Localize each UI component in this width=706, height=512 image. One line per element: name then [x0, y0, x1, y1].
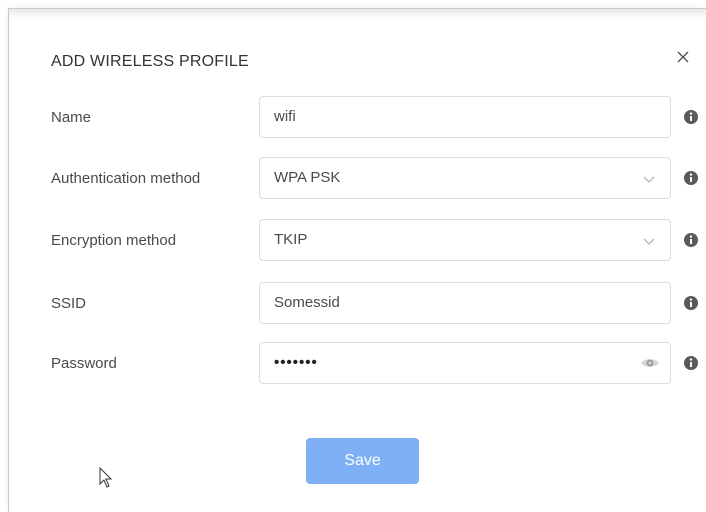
name-input[interactable]: wifi: [259, 96, 671, 138]
auth-method-select[interactable]: WPA PSK: [259, 157, 671, 199]
info-icon[interactable]: [683, 109, 699, 125]
encryption-method-label: Encryption method: [51, 232, 177, 249]
mouse-cursor-icon: [99, 466, 113, 489]
info-icon[interactable]: [683, 170, 699, 186]
name-value: wifi: [274, 108, 296, 125]
auth-method-value: WPA PSK: [274, 169, 341, 186]
dialog-title: ADD WIRELESS PROFILE: [51, 53, 249, 70]
info-icon[interactable]: [683, 355, 699, 371]
password-value: •••••••: [274, 354, 318, 371]
password-label: Password: [51, 355, 117, 372]
eye-icon[interactable]: [640, 354, 660, 372]
save-button[interactable]: Save: [306, 438, 419, 484]
name-row: Name wifi: [9, 96, 706, 140]
chevron-down-icon: [642, 172, 656, 184]
encryption-method-select[interactable]: TKIP: [259, 219, 671, 261]
ssid-label: SSID: [51, 295, 87, 312]
chevron-down-icon: [642, 234, 656, 246]
password-input[interactable]: •••••••: [259, 342, 671, 384]
info-icon[interactable]: [683, 232, 699, 248]
encryption-method-row: Encryption method TKIP: [9, 219, 706, 263]
dialog-top-shade: [9, 9, 706, 19]
auth-method-label: Authentication method: [51, 170, 201, 187]
ssid-value: Somessid: [274, 294, 340, 311]
name-label: Name: [51, 109, 92, 126]
encryption-method-value: TKIP: [274, 231, 308, 248]
password-row: Password •••••••: [9, 342, 706, 386]
add-wireless-profile-dialog: ADD WIRELESS PROFILE Name wifi Authentic…: [8, 8, 706, 512]
ssid-row: SSID Somessid: [9, 282, 706, 326]
auth-method-row: Authentication method WPA PSK: [9, 157, 706, 201]
info-icon[interactable]: [683, 295, 699, 311]
ssid-input[interactable]: Somessid: [259, 282, 671, 324]
close-icon[interactable]: [673, 47, 693, 67]
